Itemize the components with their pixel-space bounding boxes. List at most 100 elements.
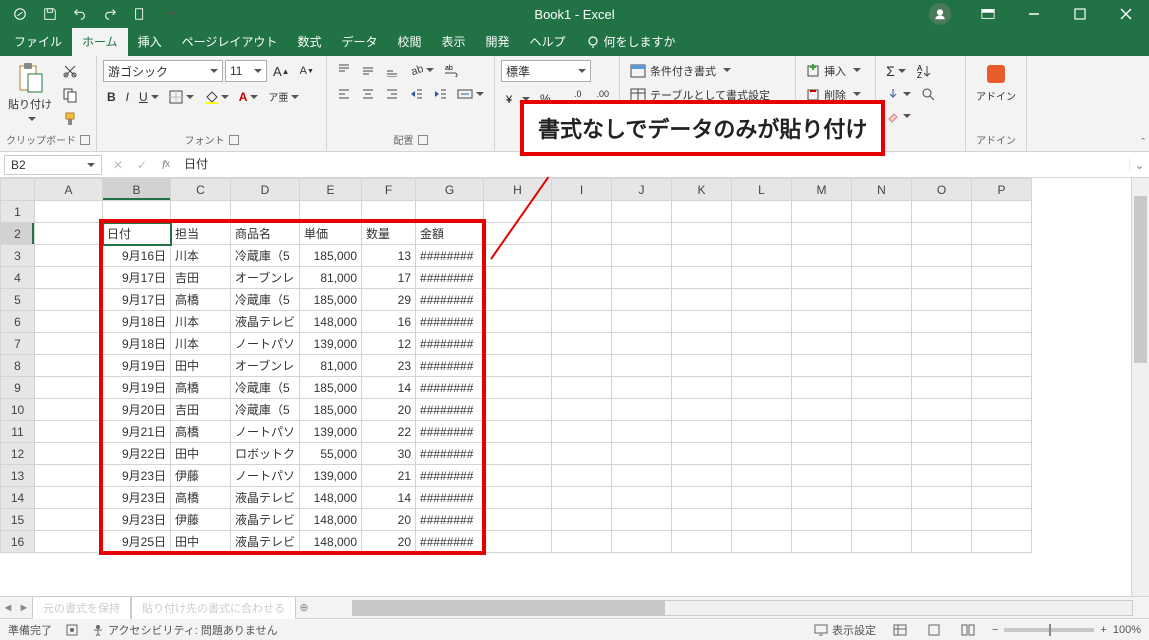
cell-A5[interactable]: [35, 289, 103, 311]
cell-H15[interactable]: [484, 509, 552, 531]
align-launcher[interactable]: [418, 135, 428, 145]
cell-B14[interactable]: 9月23日: [103, 487, 171, 509]
cell-J4[interactable]: [612, 267, 672, 289]
cell-C11[interactable]: 高橋: [171, 421, 231, 443]
cell-K12[interactable]: [672, 443, 732, 465]
cell-G4[interactable]: ########: [416, 267, 484, 289]
cell-H8[interactable]: [484, 355, 552, 377]
cell-A15[interactable]: [35, 509, 103, 531]
cell-B5[interactable]: 9月17日: [103, 289, 171, 311]
cell-M13[interactable]: [792, 465, 852, 487]
fill-color-button[interactable]: [200, 87, 233, 107]
col-header-N[interactable]: N: [852, 179, 912, 201]
sheet-add-button[interactable]: ⊕: [296, 601, 312, 614]
cell-G14[interactable]: ########: [416, 487, 484, 509]
cell-K7[interactable]: [672, 333, 732, 355]
col-header-G[interactable]: G: [416, 179, 484, 201]
align-right-button[interactable]: [381, 84, 403, 104]
cell-N16[interactable]: [852, 531, 912, 553]
tab-review[interactable]: 校閲: [387, 27, 431, 56]
cell-O13[interactable]: [912, 465, 972, 487]
shrink-font-button[interactable]: A▼: [296, 62, 318, 80]
cell-H13[interactable]: [484, 465, 552, 487]
row-header-5[interactable]: 5: [1, 289, 35, 311]
cell-F13[interactable]: 21: [362, 465, 416, 487]
cell-B4[interactable]: 9月17日: [103, 267, 171, 289]
cell-D16[interactable]: 液晶テレビ: [231, 531, 300, 553]
cell-P12[interactable]: [972, 443, 1032, 465]
sheet-tab-2[interactable]: 貼り付け先の書式に合わせる: [131, 596, 296, 619]
cell-M12[interactable]: [792, 443, 852, 465]
cell-P7[interactable]: [972, 333, 1032, 355]
align-bottom-button[interactable]: [381, 60, 403, 80]
cell-M8[interactable]: [792, 355, 852, 377]
font-color-button[interactable]: A: [235, 87, 263, 107]
vertical-scrollbar[interactable]: [1131, 178, 1149, 596]
cell-J14[interactable]: [612, 487, 672, 509]
cell-E1[interactable]: [300, 201, 362, 223]
cell-D13[interactable]: ノートパソ: [231, 465, 300, 487]
cell-E4[interactable]: 81,000: [300, 267, 362, 289]
cell-I12[interactable]: [552, 443, 612, 465]
worksheet-grid[interactable]: ABCDEFGHIJKLMNOP12日付担当商品名単価数量金額39月16日川本冷…: [0, 178, 1149, 596]
cell-P10[interactable]: [972, 399, 1032, 421]
cell-F4[interactable]: 17: [362, 267, 416, 289]
cell-M14[interactable]: [792, 487, 852, 509]
col-header-D[interactable]: D: [231, 179, 300, 201]
cell-B3[interactable]: 9月16日: [103, 245, 171, 267]
row-header-10[interactable]: 10: [1, 399, 35, 421]
insert-cells-button[interactable]: 挿入: [802, 60, 865, 82]
cell-L12[interactable]: [732, 443, 792, 465]
cell-E5[interactable]: 185,000: [300, 289, 362, 311]
underline-button[interactable]: U: [135, 87, 163, 107]
increase-indent-button[interactable]: [429, 84, 451, 104]
clear-button[interactable]: [882, 106, 915, 126]
cell-C6[interactable]: 川本: [171, 311, 231, 333]
cell-A4[interactable]: [35, 267, 103, 289]
cell-K8[interactable]: [672, 355, 732, 377]
cell-G16[interactable]: ########: [416, 531, 484, 553]
cell-L15[interactable]: [732, 509, 792, 531]
align-top-button[interactable]: [333, 60, 355, 80]
tab-help[interactable]: ヘルプ: [520, 27, 576, 56]
cell-I3[interactable]: [552, 245, 612, 267]
cell-F2[interactable]: 数量: [362, 223, 416, 245]
cell-C8[interactable]: 田中: [171, 355, 231, 377]
cell-M7[interactable]: [792, 333, 852, 355]
cell-A3[interactable]: [35, 245, 103, 267]
tab-developer[interactable]: 開発: [476, 27, 520, 56]
cell-M6[interactable]: [792, 311, 852, 333]
cell-E16[interactable]: 148,000: [300, 531, 362, 553]
tell-me-search[interactable]: 何をしますか: [576, 27, 686, 56]
find-button[interactable]: [917, 84, 939, 104]
cell-M9[interactable]: [792, 377, 852, 399]
cell-D7[interactable]: ノートパソ: [231, 333, 300, 355]
cell-K2[interactable]: [672, 223, 732, 245]
cell-P6[interactable]: [972, 311, 1032, 333]
cell-M5[interactable]: [792, 289, 852, 311]
cell-P11[interactable]: [972, 421, 1032, 443]
cell-P2[interactable]: [972, 223, 1032, 245]
cell-F12[interactable]: 30: [362, 443, 416, 465]
row-header-13[interactable]: 13: [1, 465, 35, 487]
cell-B2[interactable]: 日付: [103, 223, 171, 245]
cell-H10[interactable]: [484, 399, 552, 421]
select-all-corner[interactable]: [1, 179, 35, 201]
cell-D11[interactable]: ノートパソ: [231, 421, 300, 443]
cell-H14[interactable]: [484, 487, 552, 509]
cell-N1[interactable]: [852, 201, 912, 223]
cell-L8[interactable]: [732, 355, 792, 377]
cell-O9[interactable]: [912, 377, 972, 399]
cell-I6[interactable]: [552, 311, 612, 333]
col-header-A[interactable]: A: [35, 179, 103, 201]
cell-A16[interactable]: [35, 531, 103, 553]
row-header-15[interactable]: 15: [1, 509, 35, 531]
cell-G5[interactable]: ########: [416, 289, 484, 311]
font-name-dropdown[interactable]: 游ゴシック: [103, 60, 223, 82]
cell-I11[interactable]: [552, 421, 612, 443]
cell-B11[interactable]: 9月21日: [103, 421, 171, 443]
addin-button[interactable]: アドイン: [972, 60, 1020, 105]
accessibility-status[interactable]: アクセシビリティ: 問題ありません: [92, 622, 278, 638]
cell-A13[interactable]: [35, 465, 103, 487]
expand-formula-icon[interactable]: ⌄: [1129, 158, 1149, 172]
